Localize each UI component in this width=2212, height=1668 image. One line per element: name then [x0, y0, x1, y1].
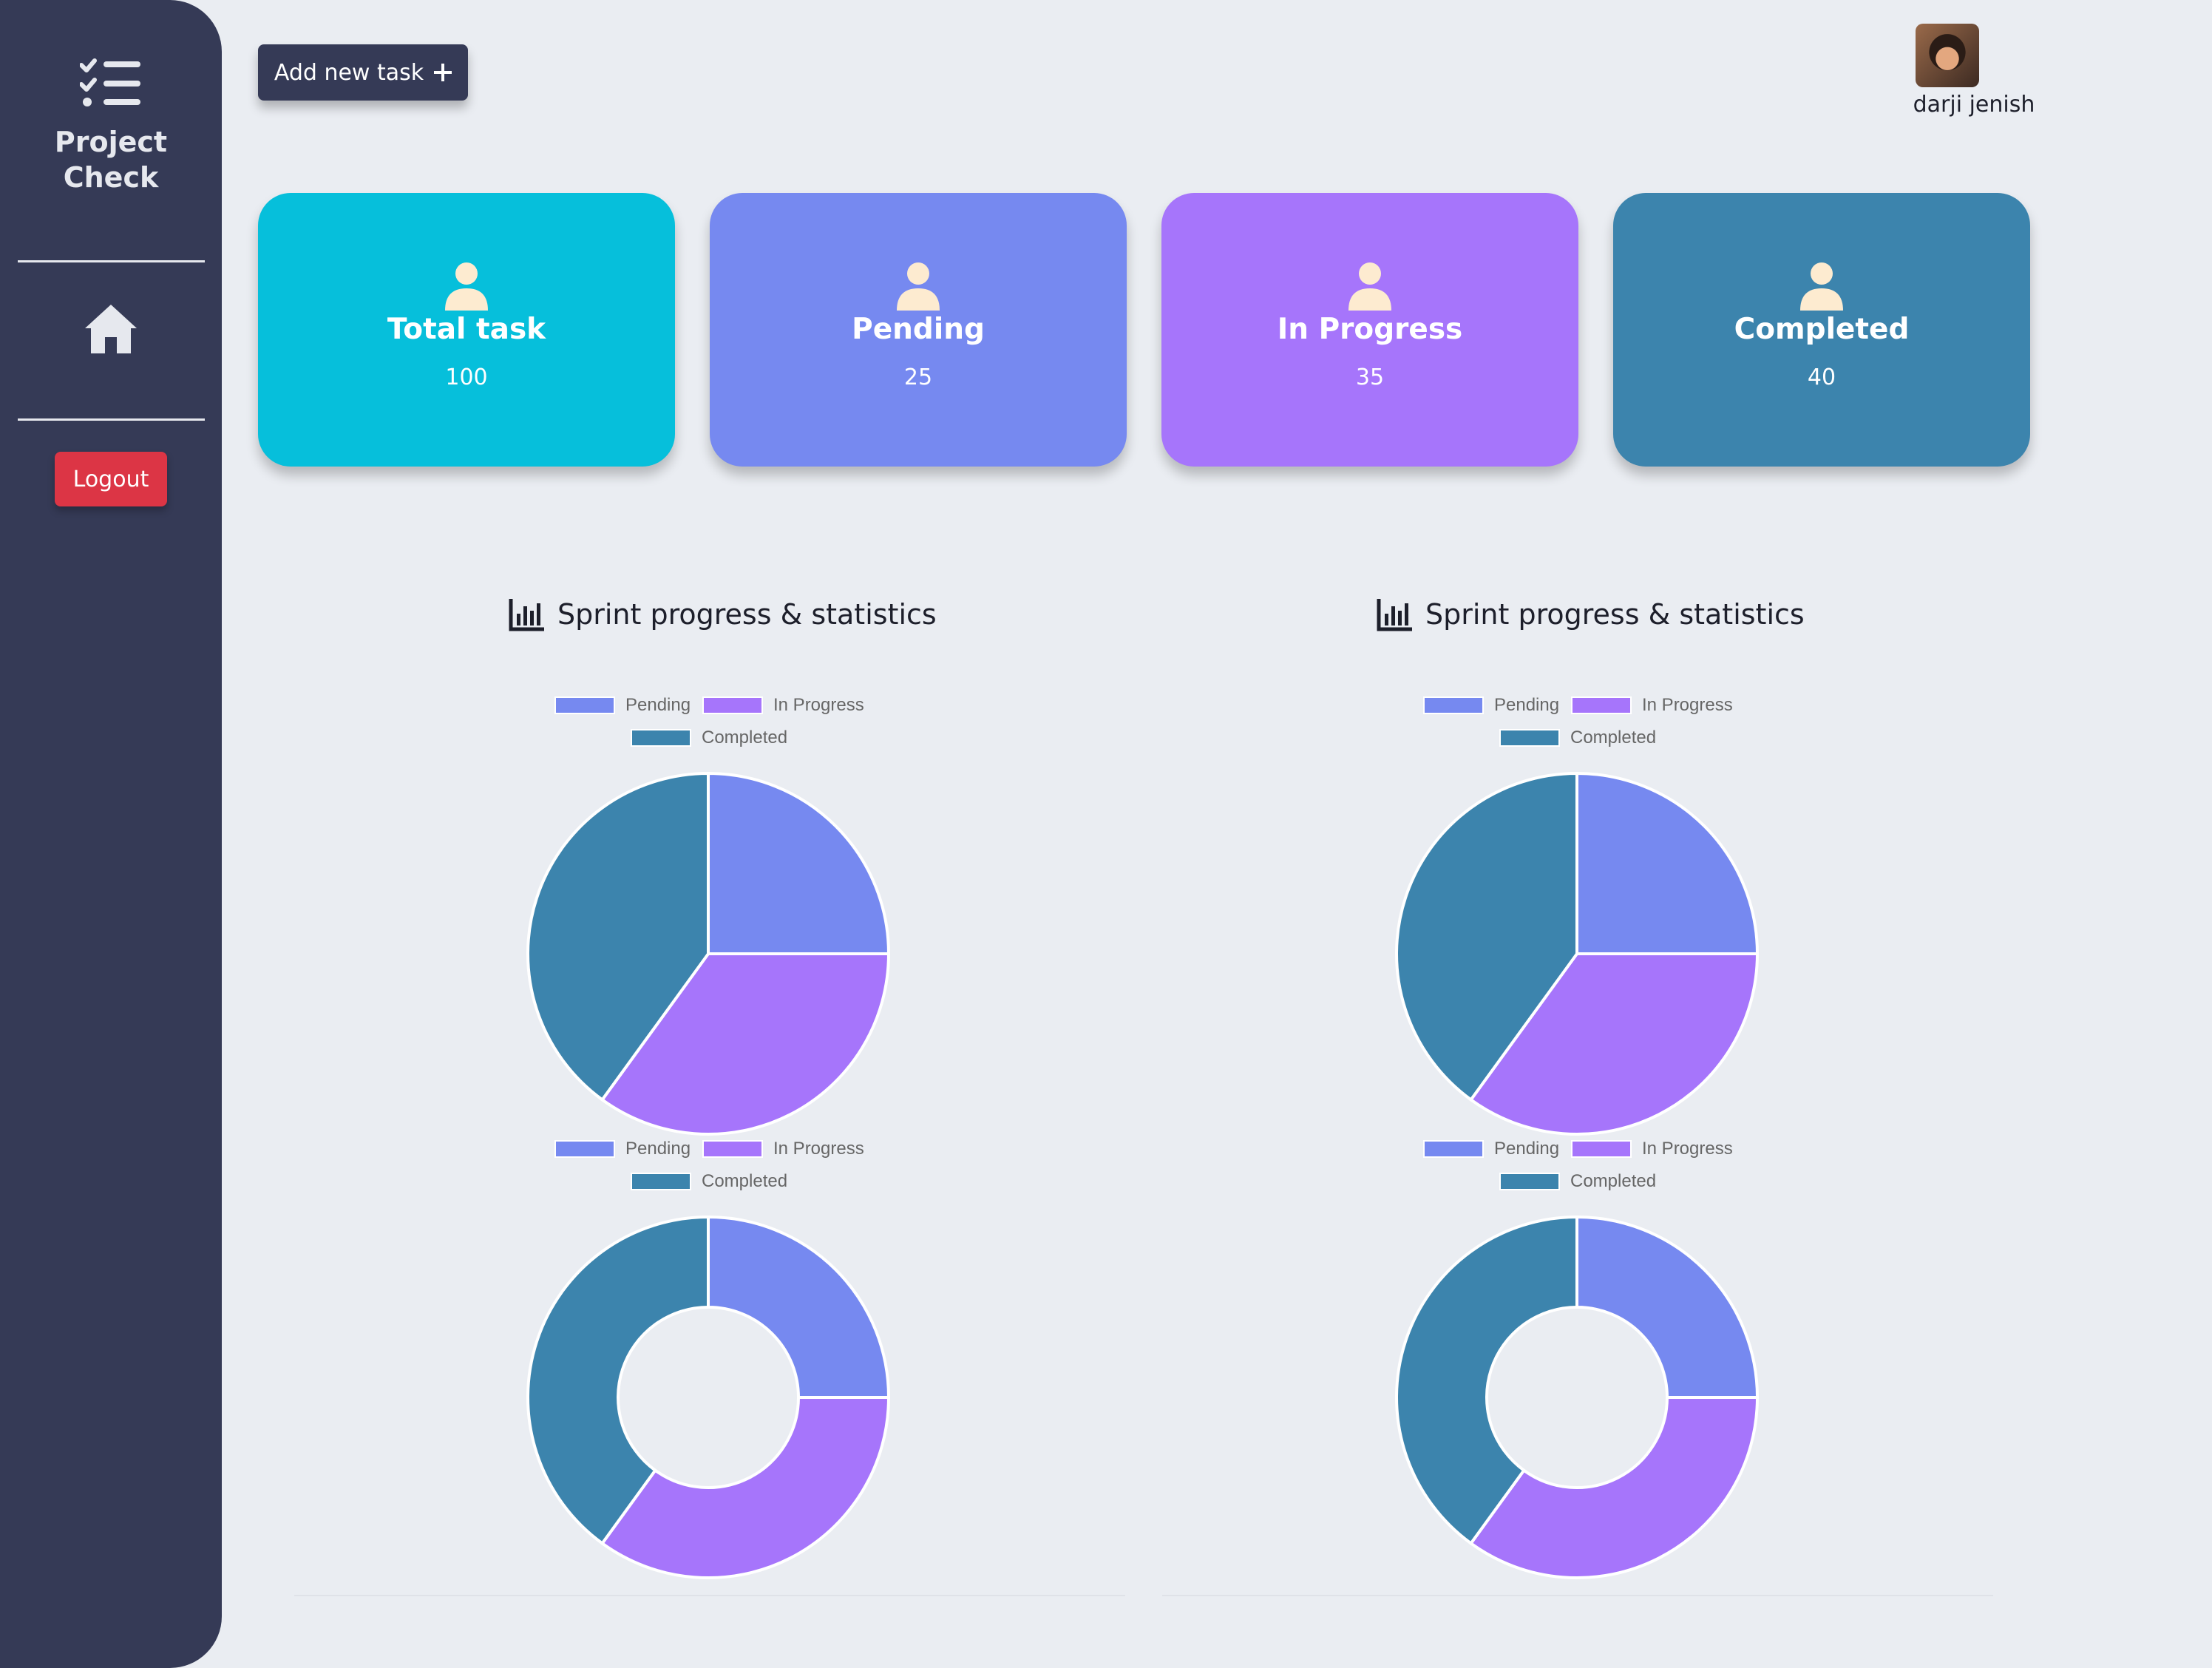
legend-label: Completed	[702, 1171, 788, 1191]
user-icon	[897, 262, 940, 311]
legend-item[interactable]: Pending	[554, 695, 691, 716]
slice-in-progress[interactable]	[1468, 1396, 1760, 1579]
bar-chart-icon	[509, 599, 544, 631]
section-divider	[294, 1595, 1125, 1596]
legend-item[interactable]: Pending	[554, 1139, 691, 1159]
legend-label: In Progress	[1642, 695, 1733, 715]
user-icon	[1348, 262, 1391, 311]
legend-label: In Progress	[1642, 1139, 1733, 1159]
legend-item[interactable]: In Progress	[1571, 695, 1733, 716]
in-progress-card: In Progress 35	[1161, 193, 1578, 467]
legend-item[interactable]: In Progress	[702, 695, 864, 716]
card-label: Pending	[852, 313, 985, 346]
plus-icon	[434, 64, 452, 81]
chart-section-title-text: Sprint progress & statistics	[1425, 598, 1805, 631]
legend-swatch	[1499, 1173, 1560, 1190]
card-value: 25	[903, 365, 933, 390]
logout-button[interactable]: Logout	[55, 452, 167, 506]
legend-label: Pending	[625, 695, 691, 715]
card-value: 40	[1807, 365, 1836, 390]
slice-pending[interactable]	[707, 1215, 891, 1399]
doughnut-plot	[1395, 1215, 1760, 1579]
card-label: Completed	[1734, 313, 1910, 346]
doughnut-plot	[526, 1215, 891, 1579]
legend-swatch	[702, 1140, 763, 1158]
pie-plot	[526, 771, 891, 1136]
slice-in-progress[interactable]	[600, 1396, 891, 1579]
card-value: 35	[1355, 365, 1385, 390]
section-divider	[1162, 1595, 1993, 1596]
user-name: darji jenish	[1913, 92, 2035, 118]
card-label: Total task	[387, 313, 546, 346]
legend-item[interactable]: Pending	[1423, 695, 1559, 716]
pending-card: Pending 25	[710, 193, 1127, 467]
chart-section-title-text: Sprint progress & statistics	[557, 598, 937, 631]
legend-label: Pending	[1494, 695, 1560, 715]
legend-item[interactable]: Completed	[631, 728, 787, 748]
completed-card: Completed 40	[1613, 193, 2030, 467]
user-icon	[445, 262, 488, 311]
legend-item[interactable]: Completed	[1499, 728, 1656, 748]
legend-label: In Progress	[773, 1139, 864, 1159]
legend-label: In Progress	[773, 695, 864, 715]
pie-plot	[1395, 771, 1760, 1136]
legend-swatch	[1423, 696, 1484, 714]
legend-swatch	[554, 696, 615, 714]
chart-section-title: Sprint progress & statistics	[509, 597, 937, 631]
bar-chart-icon	[1377, 599, 1412, 631]
checklist-icon	[80, 58, 140, 106]
legend-label: Pending	[625, 1139, 691, 1159]
sidebar-divider	[18, 260, 205, 262]
legend-item[interactable]: Completed	[1499, 1171, 1656, 1192]
chart-section-title: Sprint progress & statistics	[1377, 597, 1805, 631]
sidebar: Project Check Logout	[0, 0, 222, 1668]
legend-item[interactable]: In Progress	[1571, 1139, 1733, 1159]
brand-title-line2: Check	[63, 161, 159, 194]
legend-label: Pending	[1494, 1139, 1560, 1159]
legend-label: Completed	[702, 728, 788, 747]
legend-swatch	[1571, 696, 1632, 714]
card-label: In Progress	[1277, 313, 1463, 346]
add-task-button[interactable]: Add new task	[258, 44, 468, 101]
legend-swatch	[554, 1140, 615, 1158]
home-icon[interactable]	[82, 302, 140, 356]
legend-swatch	[631, 1173, 691, 1190]
legend-swatch	[1423, 1140, 1484, 1158]
slice-pending[interactable]	[1575, 771, 1760, 955]
legend-item[interactable]: In Progress	[702, 1139, 864, 1159]
slice-pending[interactable]	[707, 771, 891, 955]
user-icon	[1800, 262, 1843, 311]
add-task-label: Add new task	[274, 59, 424, 86]
legend-item[interactable]: Completed	[631, 1171, 787, 1192]
card-value: 100	[445, 365, 488, 390]
legend-swatch	[631, 729, 691, 747]
legend-swatch	[1571, 1140, 1632, 1158]
slice-pending[interactable]	[1575, 1215, 1760, 1399]
legend-label: Completed	[1570, 1171, 1657, 1191]
legend-item[interactable]: Pending	[1423, 1139, 1559, 1159]
legend-label: Completed	[1570, 728, 1657, 747]
legend-swatch	[1499, 729, 1560, 747]
sidebar-divider	[18, 418, 205, 421]
brand-title-line1: Project	[54, 126, 168, 158]
total-task-card: Total task 100	[258, 193, 675, 467]
brand-title: Project Check	[0, 124, 222, 195]
legend-swatch	[702, 696, 763, 714]
avatar[interactable]	[1916, 24, 1979, 87]
